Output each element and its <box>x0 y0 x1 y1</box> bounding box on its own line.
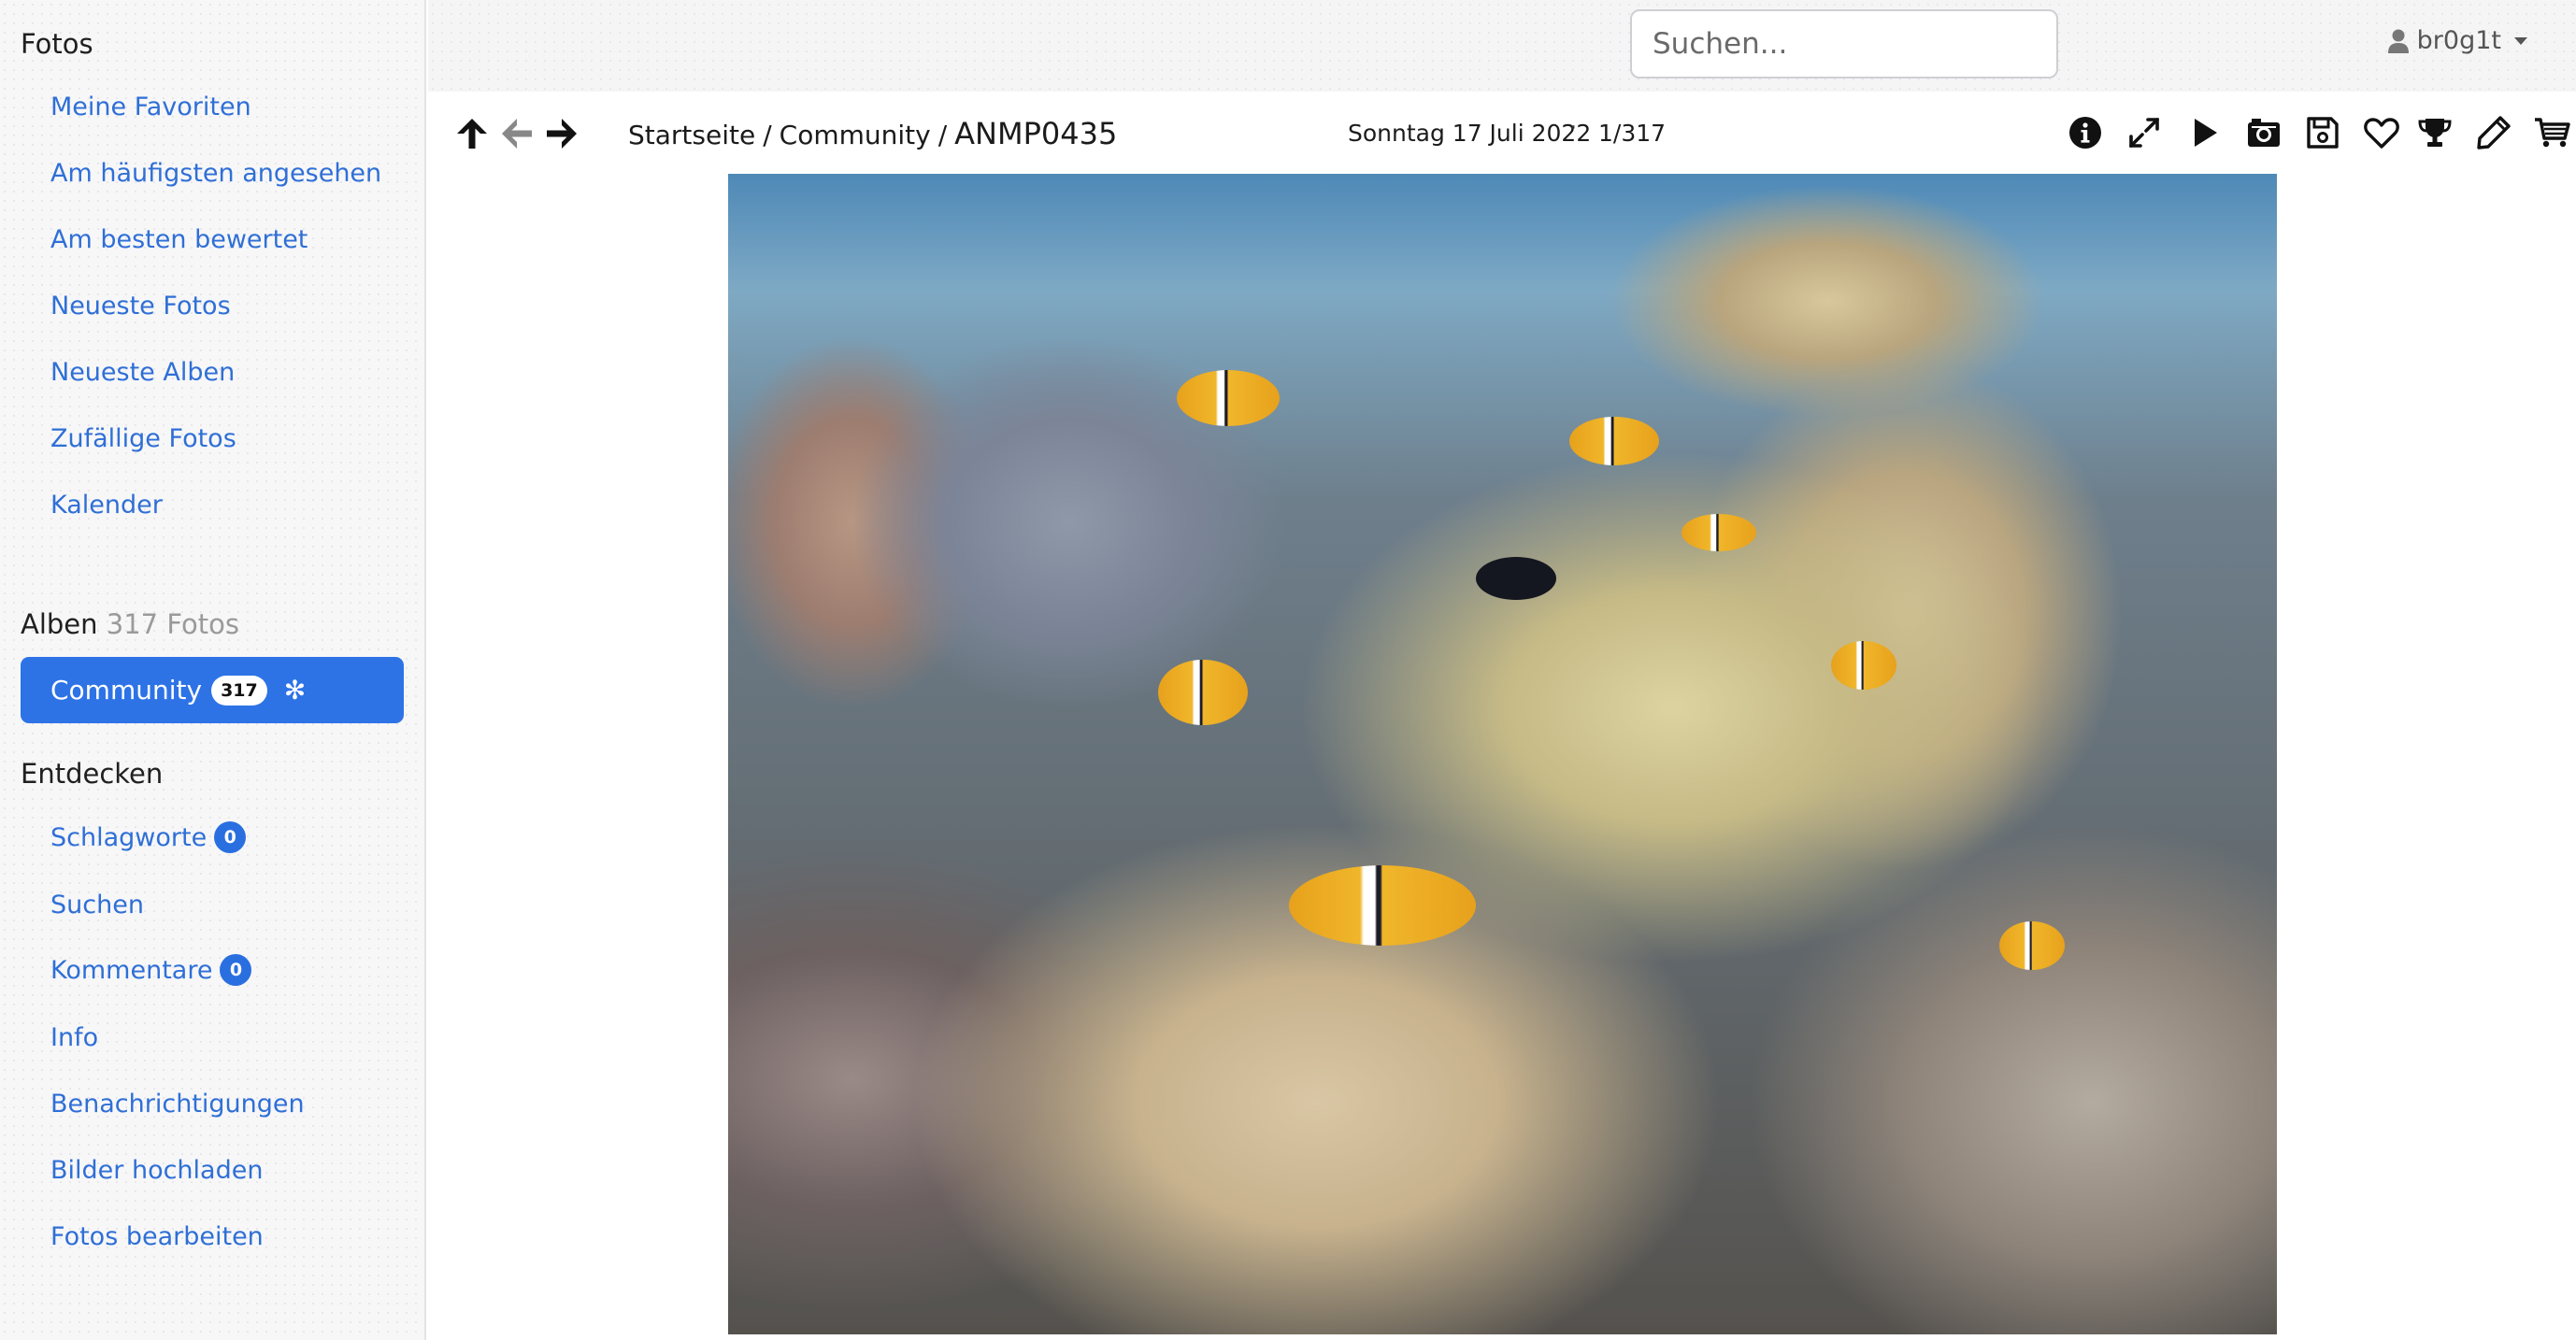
section-heading-fotos: Fotos <box>21 28 93 60</box>
sidebar-item-bilder-hochladen[interactable]: Bilder hochladen <box>50 1156 263 1185</box>
sidebar-item-label: Neueste Alben <box>50 358 236 387</box>
breadcrumb: Startseite / Community / ANMP0435 <box>628 116 1117 151</box>
sidebar-item-neueste-fotos[interactable]: Neueste Fotos <box>50 292 231 321</box>
top-bar: br0g1t <box>428 0 2576 92</box>
clownfish-shape <box>1158 660 1248 725</box>
sidebar-item-fotos-bearbeiten[interactable]: Fotos bearbeiten <box>50 1222 264 1251</box>
sidebar-item-kommentare[interactable]: Kommentare 0 <box>50 954 252 986</box>
loading-spinner-icon: ✻ <box>283 675 307 706</box>
photo-counter: 1/317 <box>1598 120 1667 147</box>
arrow-right-icon[interactable] <box>544 116 580 151</box>
sidebar-item-label: Info <box>50 1023 99 1052</box>
info-icon[interactable] <box>2065 112 2106 153</box>
search-input[interactable] <box>1630 9 2058 78</box>
sidebar-item-meine-favoriten[interactable]: Meine Favoriten <box>50 93 251 121</box>
sidebar-item-suchen[interactable]: Suchen <box>50 891 144 919</box>
sidebar-item-label: Schlagworte <box>50 822 208 852</box>
chevron-down-icon <box>2514 36 2527 45</box>
clownfish-shape <box>1569 417 1659 465</box>
sidebar-item-label: Kommentare <box>50 955 213 985</box>
sidebar-item-kalender[interactable]: Kalender <box>50 491 163 520</box>
section-heading-alben: Alben 317 Fotos <box>21 608 239 640</box>
sidebar-item-label: Am besten bewertet <box>50 225 308 254</box>
sidebar-item-label: Meine Favoriten <box>50 93 251 121</box>
album-count-badge: 317 <box>211 675 267 706</box>
breadcrumb-current: ANMP0435 <box>954 116 1118 151</box>
clownfish-shape <box>1289 865 1476 946</box>
sidebar-item-label: Bilder hochladen <box>50 1156 264 1185</box>
album-label: Community <box>50 675 203 706</box>
album-item-community[interactable]: Community 317 ✻ <box>21 657 404 723</box>
clownfish-shape <box>1177 370 1280 426</box>
sidebar-item-am-haeufigsten-angesehen[interactable]: Am häufigsten angesehen <box>50 159 381 188</box>
damselfish-shape <box>1476 557 1556 600</box>
sidebar-item-label: Neueste Fotos <box>50 292 231 321</box>
cart-icon[interactable] <box>2532 112 2573 153</box>
breadcrumb-home[interactable]: Startseite <box>628 120 755 150</box>
albums-heading-label: Alben <box>21 608 98 640</box>
clownfish-shape <box>1831 641 1896 690</box>
photo-date: Sonntag 17 Juli 2022 <box>1348 120 1592 147</box>
user-menu[interactable]: br0g1t <box>2387 26 2527 55</box>
clownfish-shape <box>1682 514 1756 551</box>
breadcrumb-album[interactable]: Community <box>780 120 931 150</box>
breadcrumb-separator: / <box>763 120 772 150</box>
photo-viewer-image[interactable] <box>728 174 2277 1334</box>
photo-toolbar: Startseite / Community / ANMP0435 Sonntag 17… <box>428 92 2576 174</box>
count-badge: 0 <box>214 821 247 853</box>
sidebar-item-label: Am häufigsten angesehen <box>50 159 382 188</box>
play-icon[interactable] <box>2183 112 2225 153</box>
clownfish-shape <box>1999 921 2065 970</box>
user-icon <box>2387 29 2409 53</box>
sidebar-item-label: Suchen <box>50 891 144 919</box>
heart-icon[interactable] <box>2361 112 2402 153</box>
count-badge: 0 <box>220 954 252 986</box>
sidebar-item-schlagworte[interactable]: Schlagworte 0 <box>50 821 247 853</box>
camera-icon[interactable] <box>2243 112 2284 153</box>
breadcrumb-separator: / <box>937 120 948 150</box>
sidebar-item-zufaellige-fotos[interactable]: Zufällige Fotos <box>50 424 236 453</box>
section-heading-entdecken: Entdecken <box>21 758 164 790</box>
arrow-up-icon[interactable] <box>454 116 490 151</box>
sidebar-item-neueste-alben[interactable]: Neueste Alben <box>50 358 235 387</box>
sidebar-item-label: Benachrichtigungen <box>50 1090 305 1119</box>
trophy-icon[interactable] <box>2414 112 2455 153</box>
arrow-left-icon[interactable] <box>499 116 535 151</box>
sidebar-item-label: Fotos bearbeiten <box>50 1222 264 1251</box>
sidebar-item-label: Zufällige Fotos <box>50 424 236 453</box>
albums-photo-count: 317 Fotos <box>106 608 239 640</box>
separator-dot: · <box>1569 114 1578 142</box>
sidebar-item-am-besten-bewertet[interactable]: Am besten bewertet <box>50 225 308 254</box>
sidebar-item-benachrichtigungen[interactable]: Benachrichtigungen <box>50 1090 305 1119</box>
sidebar-item-label: Kalender <box>50 491 163 520</box>
expand-icon[interactable] <box>2124 112 2165 153</box>
sidebar: Fotos Meine Favoriten Am häufigsten ange… <box>0 0 426 1340</box>
sidebar-item-info[interactable]: Info <box>50 1023 98 1052</box>
username: br0g1t <box>2416 26 2501 55</box>
pencil-icon[interactable] <box>2473 112 2514 153</box>
save-icon[interactable] <box>2302 112 2343 153</box>
